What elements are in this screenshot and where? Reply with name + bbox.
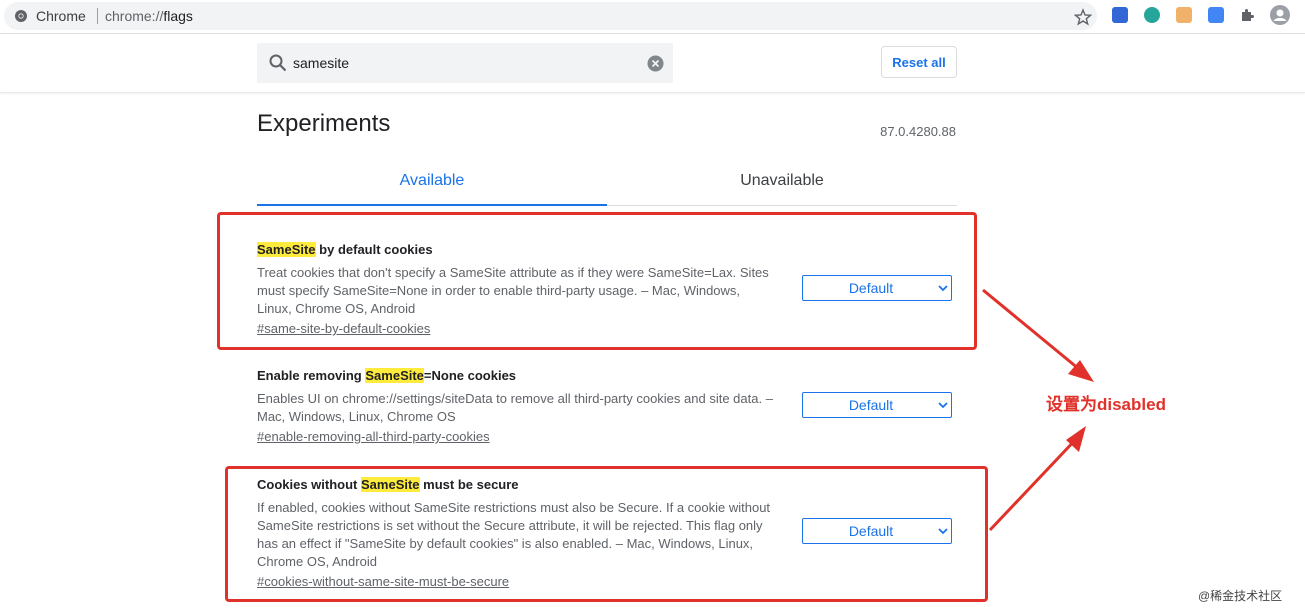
watermark: @稀金技术社区 — [1198, 589, 1283, 603]
annotation-label: 设置为disabled — [1046, 395, 1166, 414]
annotation-arrows — [982, 288, 1094, 532]
